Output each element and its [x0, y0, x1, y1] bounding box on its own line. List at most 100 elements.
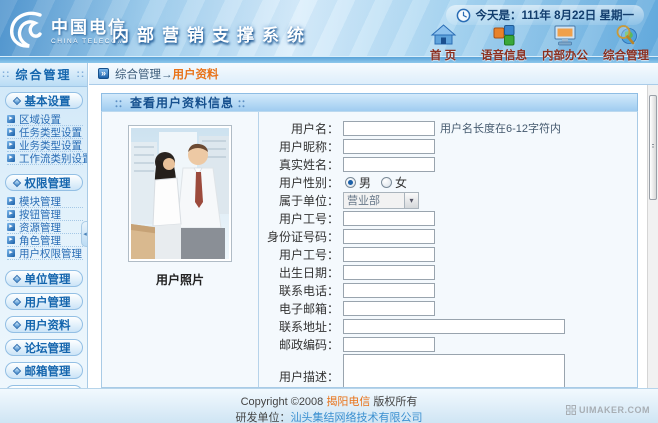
description-textarea[interactable]	[343, 354, 565, 388]
nav-admin[interactable]: 综合管理	[602, 24, 650, 63]
username-input[interactable]	[343, 121, 435, 136]
gender-male-label: 男	[359, 174, 371, 191]
breadcrumb-icon: »	[98, 68, 109, 79]
breadcrumb-arrow: →	[161, 69, 173, 81]
address-input[interactable]	[343, 319, 565, 334]
arrow-bullet-icon: ▸	[7, 115, 15, 123]
arrow-bullet-icon: ▸	[7, 223, 15, 231]
copyright-suffix: 版权所有	[373, 396, 417, 408]
arrow-bullet-icon: ▸	[7, 141, 15, 149]
photo-caption: 用户照片	[156, 271, 204, 288]
birthday-input[interactable]	[343, 265, 435, 280]
jobno-input[interactable]	[343, 211, 435, 226]
scrollbar-thumb[interactable]	[649, 95, 657, 200]
gender-female-radio[interactable]	[381, 177, 392, 188]
nav-home[interactable]: 首 页	[419, 24, 467, 63]
form-row-address: 联系地址：	[259, 318, 637, 334]
top-navigation: 首 页 语音信息 内部办公	[419, 24, 650, 63]
globe-search-icon	[613, 24, 640, 47]
clock-icon	[456, 8, 471, 23]
birthday-label: 出生日期：	[259, 264, 343, 281]
form-row-email: 电子邮箱：	[259, 300, 637, 316]
computer-icon	[552, 24, 579, 47]
phone-label: 联系电话：	[259, 282, 343, 299]
sidebar-item-user-profile[interactable]: 用户资料	[5, 316, 83, 333]
sidebar-collapse-handle[interactable]: ◂	[81, 221, 88, 247]
form-row-description: 用户描述：	[259, 354, 637, 388]
blocks-icon	[491, 24, 518, 47]
gender-label: 用户性别：	[259, 174, 343, 191]
sidebar-item-workflow-category-settings[interactable]: ▸ 工作流类别设置	[7, 152, 83, 165]
diamond-icon	[12, 297, 20, 305]
footer: Copyright ©2008 揭阳电信 版权所有 研发单位：汕头集结网络技术有…	[0, 388, 658, 423]
sidebar-links-permission: ▸ 模块管理 ▸ 按钮管理 ▸ 资源管理 ▸ 角色管理 ▸ 用户权限管理	[0, 194, 87, 262]
form-row-gender: 用户性别： 男 女	[259, 174, 637, 190]
developer-company-link[interactable]: 汕头集结网络技术有限公司	[291, 412, 423, 423]
home-icon	[430, 24, 457, 47]
username-hint: 用户名长度在6-12字符内	[440, 120, 561, 136]
china-telecom-logo: 中国电信 CHINA TELECOM	[7, 9, 127, 49]
form-row-zipcode: 邮政编码：	[259, 336, 637, 352]
panel-body: 用户照片 用户名： 用户名长度在6-12字符内 用户昵称： 真实姓名：	[101, 111, 638, 388]
unit-label: 属于单位：	[259, 192, 343, 209]
diamond-icon	[12, 320, 20, 328]
form-row-jobno: 用户工号：	[259, 210, 637, 226]
breadcrumb-parent[interactable]: 综合管理	[115, 69, 161, 81]
developer-label: 研发单位：	[236, 412, 291, 423]
breadcrumb: » 综合管理→用户资料	[89, 63, 658, 85]
system-title: 内部营销支撑系统	[112, 21, 312, 46]
sidebar-item-user-permission-management[interactable]: ▸ 用户权限管理	[7, 247, 83, 260]
phone-input[interactable]	[343, 283, 435, 298]
arrow-bullet-icon: ▸	[7, 197, 15, 205]
telecom-swirl-icon	[7, 9, 47, 49]
jobno-label: 用户工号：	[259, 210, 343, 227]
unit-select-value: 营业部	[344, 192, 404, 208]
sidebar-title: :: 综合管理 ::	[0, 63, 87, 87]
realname-input[interactable]	[343, 157, 435, 172]
copyright-org: 揭阳电信	[326, 396, 370, 408]
sidebar-title-text: 综合管理	[15, 66, 71, 83]
email-input[interactable]	[343, 301, 435, 316]
nav-voice-info[interactable]: 语音信息	[480, 24, 528, 63]
arrow-bullet-icon: ▸	[7, 210, 15, 218]
sidebar-group-permission-management[interactable]: 权限管理	[5, 174, 83, 191]
developer-line: 研发单位：汕头集结网络技术有限公司	[0, 409, 658, 423]
idcard-input[interactable]	[343, 229, 435, 244]
sidebar-item-mailbox-management[interactable]: 邮箱管理	[5, 362, 83, 379]
jobno2-label: 用户工号：	[259, 246, 343, 263]
form-row-birthday: 出生日期：	[259, 264, 637, 280]
arrow-bullet-icon: ▸	[7, 154, 15, 162]
arrow-bullet-icon: ▸	[7, 236, 15, 244]
realname-label: 真实姓名：	[259, 156, 343, 173]
nav-internal-office[interactable]: 内部办公	[541, 24, 589, 63]
arrow-bullet-icon: ▸	[7, 249, 15, 257]
diamond-icon	[12, 178, 20, 186]
idcard-label: 身份证号码：	[259, 228, 343, 245]
user-profile-form: 用户名： 用户名长度在6-12字符内 用户昵称： 真实姓名： 用户性别：	[259, 112, 637, 387]
sidebar-group-label: 基本设置	[25, 93, 71, 109]
sidebar-item-user-management[interactable]: 用户管理	[5, 293, 83, 310]
sidebar-group-basic-settings[interactable]: 基本设置	[5, 92, 83, 109]
nav-voice-info-label: 语音信息	[481, 47, 527, 63]
watermark: UIMAKER.COM	[566, 405, 650, 415]
diamond-icon	[12, 274, 20, 282]
sidebar: :: 综合管理 :: 基本设置 ▸ 区域设置 ▸ 任务类型设置 ▸ 业务类型设置…	[0, 63, 88, 388]
app-window: 中国电信 CHINA TELECOM 内部营销支撑系统 今天是：111年 8月2…	[0, 0, 658, 423]
gender-male-radio[interactable]	[345, 177, 356, 188]
vertical-scrollbar[interactable]	[647, 85, 658, 388]
nickname-input[interactable]	[343, 139, 435, 154]
description-label: 用户描述：	[259, 368, 343, 385]
username-label: 用户名：	[259, 120, 343, 137]
sidebar-item-unit-management[interactable]: 单位管理	[5, 270, 83, 287]
main-content: » 综合管理→用户资料 ：： 查看用户资料信息 ：：	[89, 63, 658, 388]
sidebar-item-forum-management[interactable]: 论坛管理	[5, 339, 83, 356]
diamond-icon	[12, 96, 20, 104]
jobno2-input[interactable]	[343, 247, 435, 262]
sidebar-title-deco: ::	[2, 69, 11, 80]
zipcode-input[interactable]	[343, 337, 435, 352]
panel-header-deco: ：：	[114, 95, 127, 110]
unit-select[interactable]: 营业部 ▾	[343, 192, 419, 209]
user-photo	[128, 125, 232, 262]
panel-header: ：： 查看用户资料信息 ：：	[101, 93, 638, 111]
gender-female-label: 女	[395, 174, 407, 191]
